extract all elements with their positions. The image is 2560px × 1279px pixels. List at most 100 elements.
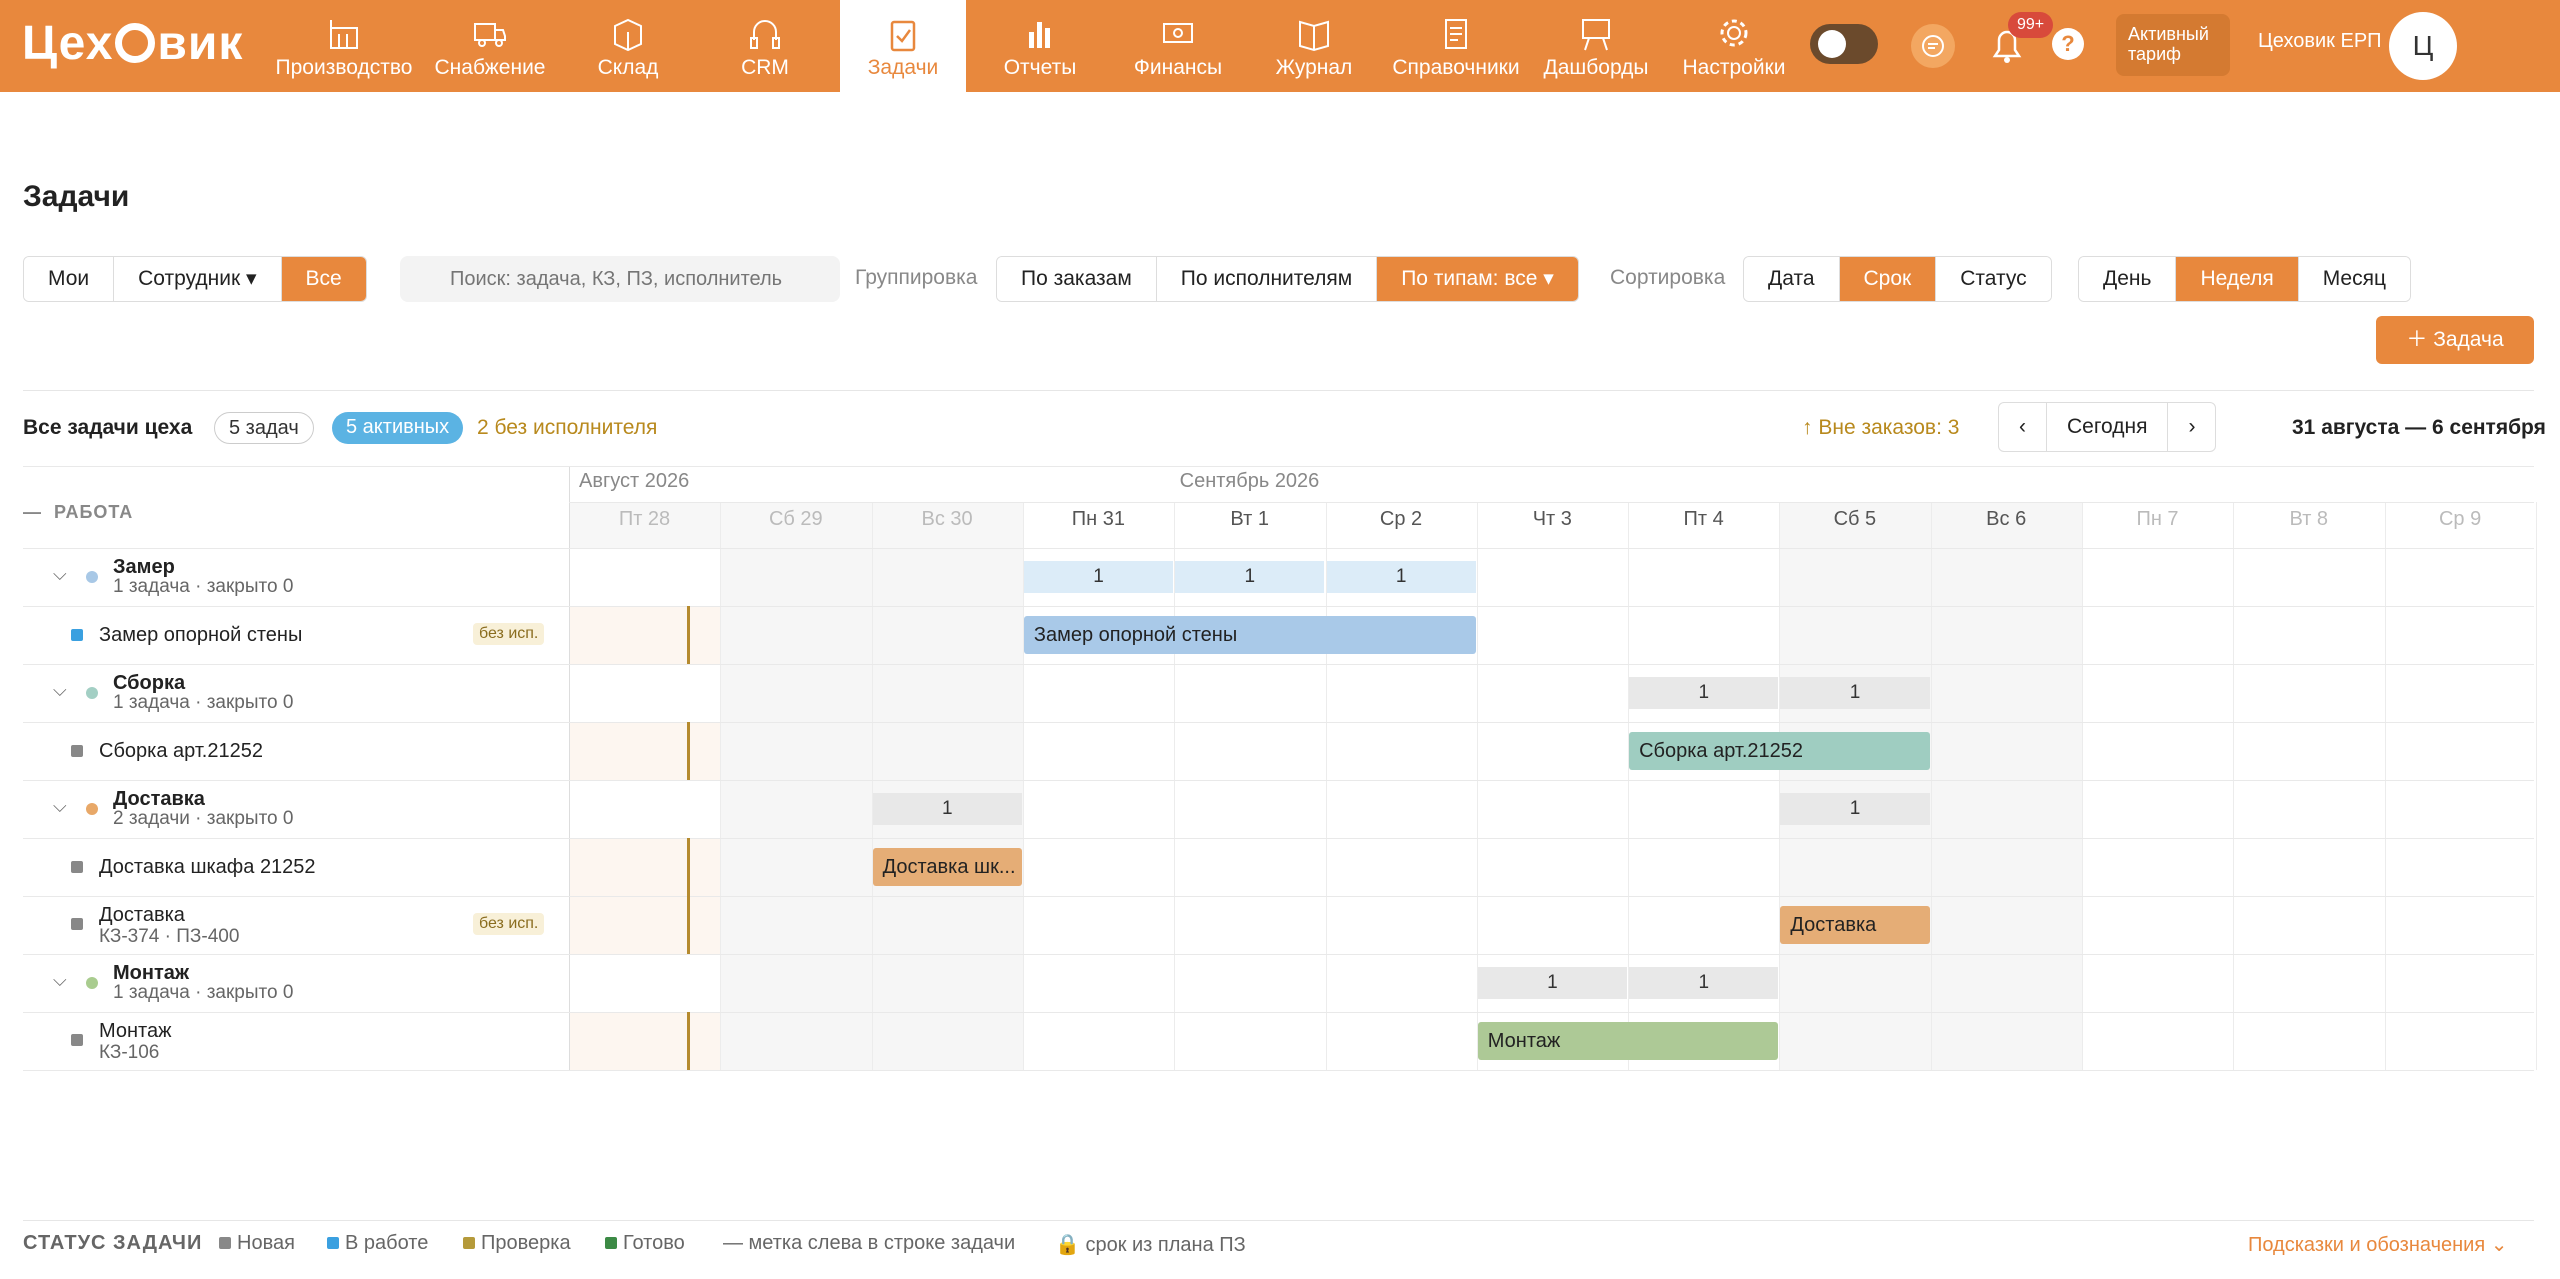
period-week[interactable]: Неделя: [2176, 257, 2299, 301]
nav-item-bar-chart[interactable]: Отчеты: [985, 0, 1095, 92]
task-name[interactable]: Сборка арт.21252: [99, 740, 263, 762]
summary-title: Все задачи цеха: [23, 416, 193, 439]
group-by-orders[interactable]: По заказам: [997, 257, 1157, 301]
task-name[interactable]: Замер опорной стены: [99, 624, 302, 646]
legend-color-swatch: [327, 1237, 339, 1249]
outside-orders-link[interactable]: ↑ Вне заказов: 3: [1802, 416, 1959, 440]
task-count-cell: 1: [1023, 561, 1174, 593]
user-name[interactable]: Цеховик ЕРП: [2258, 30, 2382, 53]
legend-color-swatch: [463, 1237, 475, 1249]
sort-status[interactable]: Статус: [1936, 257, 2051, 301]
today-marker: [687, 722, 690, 780]
chevron-down-icon[interactable]: ⌵: [53, 564, 67, 585]
filter-employee-dropdown[interactable]: Сотрудник ▾: [114, 257, 282, 301]
task-gantt-grid: — РАБОТА Август 2026 Сентябрь 2026 Пт 28 Сб…: [23, 466, 2537, 1071]
day-column-divider: [2082, 502, 2083, 1070]
task-count-cell: 1: [1629, 967, 1779, 999]
hints-toggle[interactable]: Подсказки и обозначения ⌄: [2248, 1232, 2507, 1257]
active-count-badge[interactable]: 5 активных: [332, 412, 464, 444]
chevron-down-icon[interactable]: ⌵: [53, 796, 67, 817]
nav-item-gear[interactable]: Настройки: [1669, 0, 1799, 92]
left-panel-divider: [569, 466, 570, 1070]
group-color-dot: [86, 687, 98, 699]
work-column-header: — РАБОТА: [23, 502, 134, 522]
task-count-cell: 1: [1629, 677, 1779, 709]
no-assignee-badge: без исп.: [473, 623, 545, 645]
next-week-icon[interactable]: ›: [2168, 403, 2215, 451]
task-bar[interactable]: Сборка арт.21252: [1629, 732, 1930, 770]
sort-deadline[interactable]: Срок: [1839, 257, 1937, 301]
weekend-column: [720, 502, 872, 1070]
legend-title: СТАТУС ЗАДАЧИ: [23, 1232, 203, 1254]
day-header: Вс 6: [1986, 508, 2027, 530]
task-name[interactable]: Доставка: [99, 904, 185, 926]
nav-item-box[interactable]: Склад: [568, 0, 688, 92]
nav-item-document[interactable]: Справочники: [1381, 0, 1531, 92]
theme-toggle[interactable]: [1810, 24, 1878, 64]
legend-note-lock: 🔒 срок из плана ПЗ: [1055, 1234, 1246, 1256]
task-name[interactable]: Доставка шкафа 21252: [99, 856, 316, 878]
row-divider: [23, 954, 2534, 955]
filter-all[interactable]: Все: [281, 257, 366, 301]
group-name[interactable]: Монтаж: [113, 962, 189, 984]
chat-icon[interactable]: [1911, 24, 1955, 68]
nav-item-book[interactable]: Журнал: [1259, 0, 1369, 92]
task-name[interactable]: Монтаж: [99, 1020, 172, 1042]
period-month[interactable]: Месяц: [2298, 257, 2411, 301]
document-icon: [1445, 19, 1467, 49]
grouping-label: Группировка: [855, 266, 978, 289]
row-divider: [23, 1012, 2534, 1013]
help-icon[interactable]: ?: [2052, 28, 2084, 60]
past-day-cell: [569, 722, 721, 780]
sort-date[interactable]: Дата: [1744, 257, 1840, 301]
task-status-marker: [71, 918, 83, 930]
group-color-dot: [86, 571, 98, 583]
task-status-marker: [71, 745, 83, 757]
row-divider: [23, 1070, 2534, 1071]
group-name[interactable]: Сборка: [113, 672, 185, 694]
nav-item-factory[interactable]: Производство: [254, 0, 434, 92]
divider: [23, 390, 2534, 391]
day-header: Вт 8: [2289, 508, 2329, 530]
nav-item-easel[interactable]: Дашборды: [1531, 0, 1661, 92]
sorting-options: Дата Срок Статус: [1743, 256, 2052, 302]
add-task-button[interactable]: ＋ Задача: [2376, 316, 2534, 364]
search-input[interactable]: [400, 256, 840, 302]
group-name[interactable]: Доставка: [113, 788, 205, 810]
grid-line: [23, 548, 2534, 549]
task-count-cell: 1: [1175, 561, 1325, 593]
tariff-badge[interactable]: Активный тариф: [2116, 14, 2230, 76]
unassigned-link[interactable]: 2 без исполнителя: [477, 416, 657, 440]
nav-item-clipboard-check[interactable]: Задачи: [840, 0, 966, 92]
notifications-badge: 99+: [2008, 12, 2054, 38]
day-column-divider: [2384, 502, 2386, 1070]
today-marker: [687, 606, 690, 664]
grid-line: [23, 466, 2534, 467]
group-summary: 1 задача · закрыто 0: [113, 692, 294, 713]
period-day[interactable]: День: [2079, 257, 2177, 301]
task-bar[interactable]: Доставка: [1780, 906, 1930, 944]
group-color-dot: [86, 803, 98, 815]
nav-item-truck[interactable]: Снабжение: [425, 0, 555, 92]
task-bar[interactable]: Доставка шк...: [872, 848, 1022, 886]
prev-week-icon[interactable]: ‹: [1999, 403, 2047, 451]
group-name[interactable]: Замер: [113, 556, 175, 578]
task-bar[interactable]: Замер опорной стены: [1023, 616, 1476, 654]
nav-item-money[interactable]: Финансы: [1113, 0, 1243, 92]
collapse-all-icon[interactable]: —: [23, 502, 54, 522]
group-by-types-dropdown[interactable]: По типам: все ▾: [1377, 257, 1578, 301]
task-bar[interactable]: Монтаж: [1477, 1022, 1779, 1060]
period-options: День Неделя Месяц: [2078, 256, 2412, 302]
nav-item-headphones[interactable]: CRM: [710, 0, 820, 92]
chevron-down-icon[interactable]: ⌵: [53, 970, 67, 991]
app-logo[interactable]: Цех вик: [22, 14, 243, 74]
money-icon: [1163, 23, 1193, 43]
today-button[interactable]: Сегодня: [2047, 403, 2169, 451]
row-divider: [23, 606, 2534, 607]
day-header: Вт 1: [1230, 508, 1269, 530]
day-column-divider: [871, 502, 873, 1070]
filter-my[interactable]: Мои: [24, 257, 115, 301]
group-by-assignees[interactable]: По исполнителям: [1156, 257, 1378, 301]
chevron-down-icon[interactable]: ⌵: [53, 680, 67, 701]
avatar[interactable]: Ц: [2389, 12, 2457, 80]
